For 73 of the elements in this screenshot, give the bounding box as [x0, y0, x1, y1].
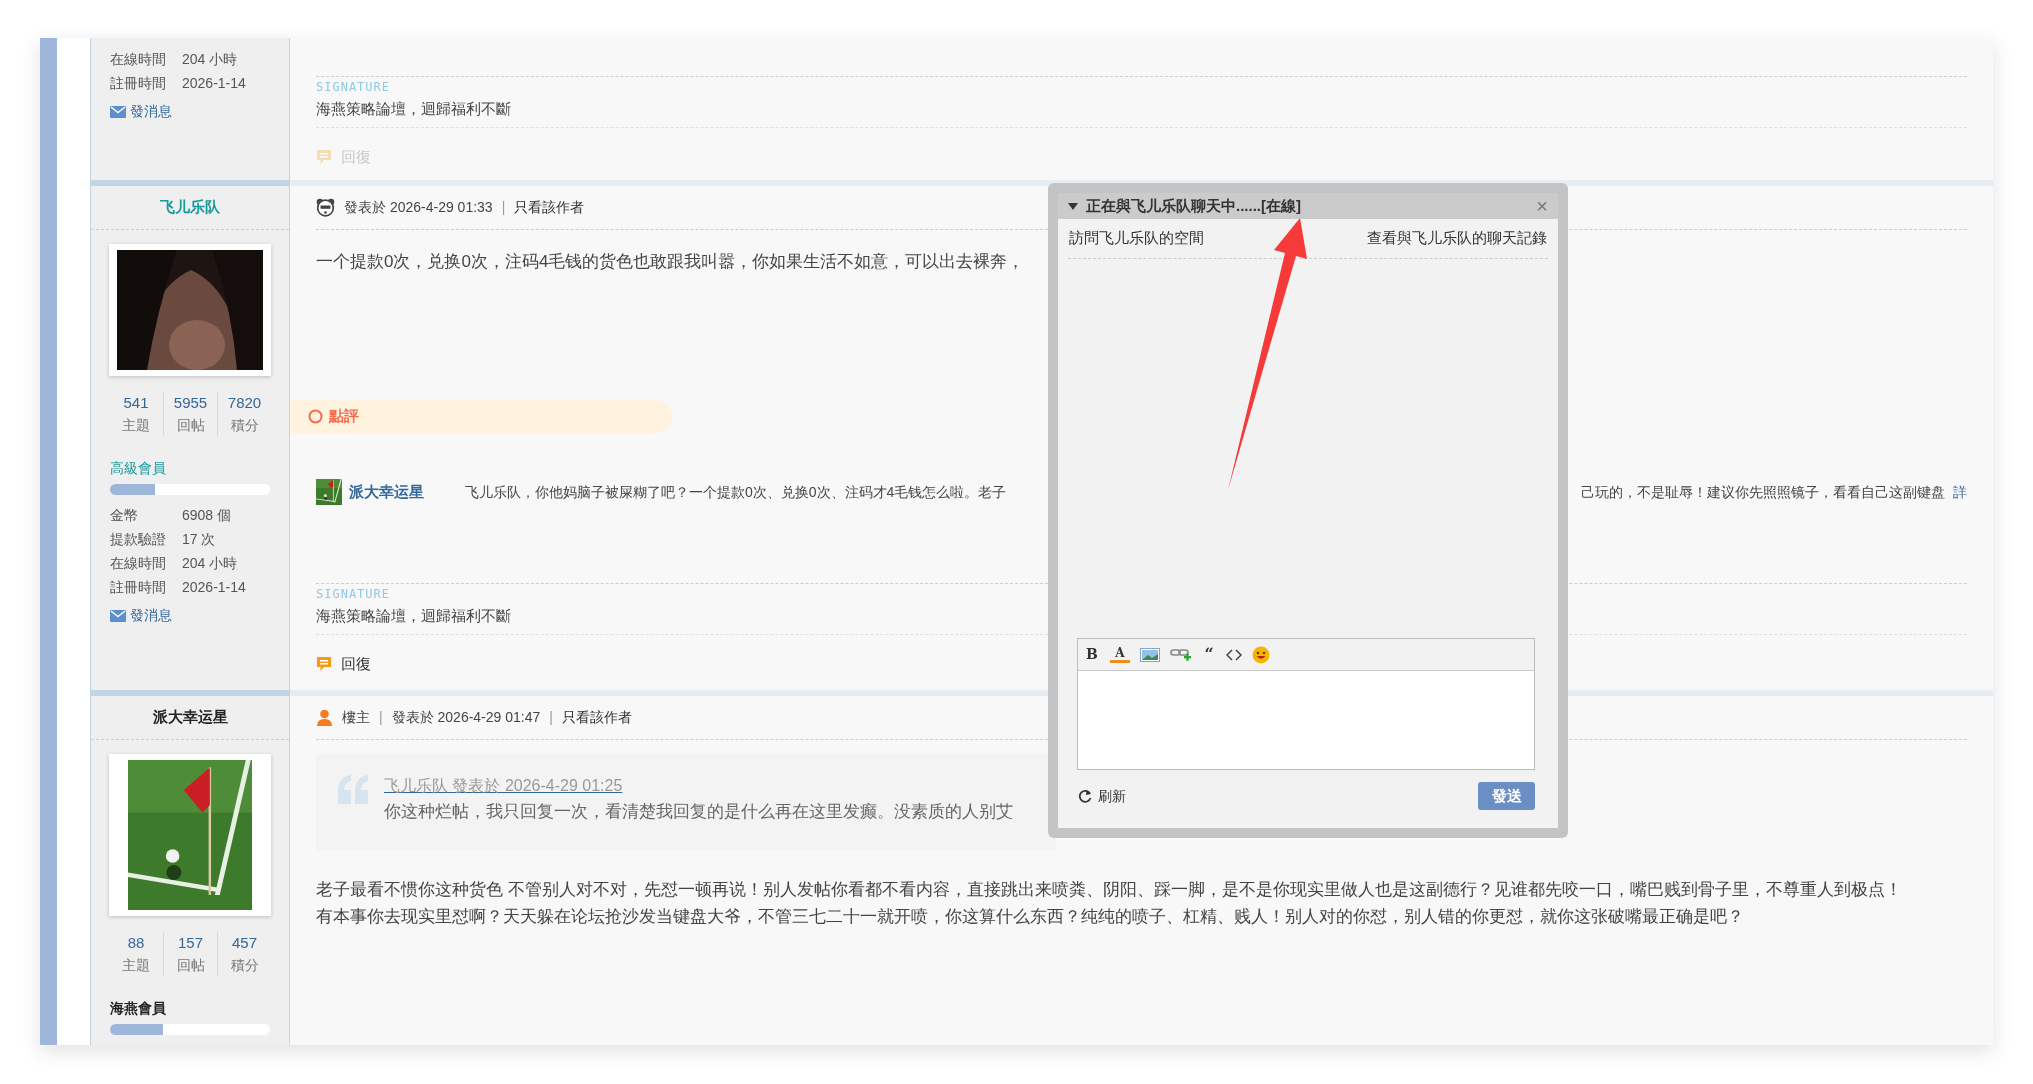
reply-icon — [316, 656, 332, 673]
mail-icon — [110, 105, 126, 118]
author-role: 樓主 — [342, 708, 370, 727]
separator: | — [549, 708, 553, 727]
refresh-link[interactable]: 刷新 — [1078, 785, 1126, 807]
image-icon — [1140, 647, 1160, 662]
stat-value: 17 次 — [182, 529, 216, 549]
code-icon — [1226, 648, 1242, 661]
post-text: 有本事你去现实里怼啊？天天躲在论坛抢沙发当键盘大爷，不管三七二十一就开喷，你这算什么东西？纯纯的喷子、杠精、贱人！别人对的你怼，别人错的你更怼，就你这张破嘴最正确是吧？ — [316, 906, 1745, 928]
quote-mark-icon — [336, 774, 370, 804]
chat-title: 正在與飞儿乐队聊天中......[在線] — [1086, 195, 1301, 216]
count-value[interactable]: 5955 — [173, 392, 208, 414]
user-group: 海燕會員 — [91, 998, 289, 1018]
collapse-icon — [1068, 202, 1078, 210]
count-value[interactable]: 7820 — [227, 392, 262, 414]
comment-text: 己玩的，不是耻辱！建议你先照照镜子，看看自己这副键盘 — [1581, 482, 1945, 502]
stat-label: 金幣 — [110, 505, 139, 525]
post-text: 一个提款0次，兑换0次，注码4毛钱的货色也敢跟我叫嚣，你如果生活不如意，可以出去裸奔， — [316, 251, 1026, 273]
author-name[interactable]: 飞儿乐队 — [160, 196, 220, 219]
separator: | — [379, 708, 383, 727]
stat-label: 在線時間 — [110, 553, 167, 573]
post-time: 發表於 2026-4-29 01:33 — [344, 198, 493, 217]
send-message-link[interactable]: 發消息 — [110, 605, 172, 626]
commenter-name[interactable]: 派大幸运星 — [349, 480, 465, 504]
chat-history-link[interactable]: 查看與飞儿乐队的聊天記錄 — [1367, 227, 1547, 250]
count-label: 積分 — [230, 416, 259, 435]
mail-icon — [110, 609, 126, 622]
author-only-link[interactable]: 只看該作者 — [561, 707, 632, 728]
signature-label: SIGNATURE — [316, 79, 392, 95]
reply-link[interactable]: 回復 — [316, 653, 371, 676]
close-button[interactable]: × — [1536, 196, 1548, 216]
bold-button[interactable]: B — [1084, 644, 1100, 665]
quote-button[interactable]: “ — [1202, 646, 1216, 663]
comment-text: 飞儿乐队，你他妈脑子被屎糊了吧？一个提款0次、兑换0次、注码才4毛钱怎么啦。老子 — [465, 482, 1007, 502]
count-value[interactable]: 541 — [123, 392, 149, 414]
count-label: 主題 — [122, 956, 150, 975]
send-message-link[interactable]: 發消息 — [110, 101, 172, 122]
detail-link[interactable]: 詳 — [1953, 481, 1967, 503]
user-group: 高級會員 — [91, 458, 289, 478]
stat-value: 2026-1-14 — [182, 577, 246, 597]
author-name[interactable]: 派大幸运星 — [152, 706, 228, 729]
signature-label: SIGNATURE — [316, 586, 392, 602]
stat-label: 在線時間 — [110, 49, 167, 69]
signature-text: 海燕策略論壇，迴歸福利不斷 — [316, 99, 1967, 128]
stat-label: 註冊時間 — [110, 577, 167, 597]
stat-label: 提款驗證 — [110, 529, 167, 549]
post-time: 發表於 2026-4-29 01:47 — [391, 708, 541, 727]
message-editor[interactable]: B A “ — [1077, 638, 1535, 770]
stat-value: 204 小時 — [182, 553, 238, 573]
reply-icon — [316, 149, 332, 166]
text-color-button[interactable]: A — [1110, 646, 1130, 663]
count-label: 回帖 — [176, 956, 205, 975]
count-value[interactable]: 457 — [232, 932, 257, 954]
count-label: 主題 — [122, 416, 150, 435]
person-icon — [316, 709, 333, 726]
refresh-icon — [1078, 789, 1092, 803]
author-only-link[interactable]: 只看該作者 — [514, 197, 585, 218]
post-text: 老子最看不惯你这种货色 不管别人对不对，先怼一顿再说！别人发帖你看都不看内容，直接跳出来喷粪、阴阳、踩一脚，是不是你现实里做人也是这副德行？见谁都先咬一口，嘴巴贱到骨子里，不尊重人到极点！ — [316, 879, 1903, 901]
circle-icon — [308, 409, 323, 424]
count-value[interactable]: 88 — [127, 932, 145, 954]
send-button[interactable]: 發送 — [1478, 782, 1535, 810]
visit-space-link[interactable]: 訪問飞儿乐队的空間 — [1069, 227, 1204, 250]
count-label: 積分 — [230, 956, 259, 975]
link-icon — [1170, 646, 1192, 663]
count-label: 回帖 — [176, 416, 205, 435]
stat-value: 6908 個 — [182, 505, 232, 525]
quote-text: 你这种烂帖，我只回复一次，看清楚我回复的是什么再在这里发癫。没素质的人别艾 — [384, 801, 1013, 823]
stat-label: 註冊時間 — [110, 73, 167, 93]
stat-value: 2026-1-14 — [182, 73, 246, 93]
separator: | — [501, 198, 506, 217]
stat-value: 204 小時 — [182, 49, 238, 69]
emoji-icon — [1252, 645, 1270, 664]
count-value[interactable]: 157 — [178, 932, 203, 954]
